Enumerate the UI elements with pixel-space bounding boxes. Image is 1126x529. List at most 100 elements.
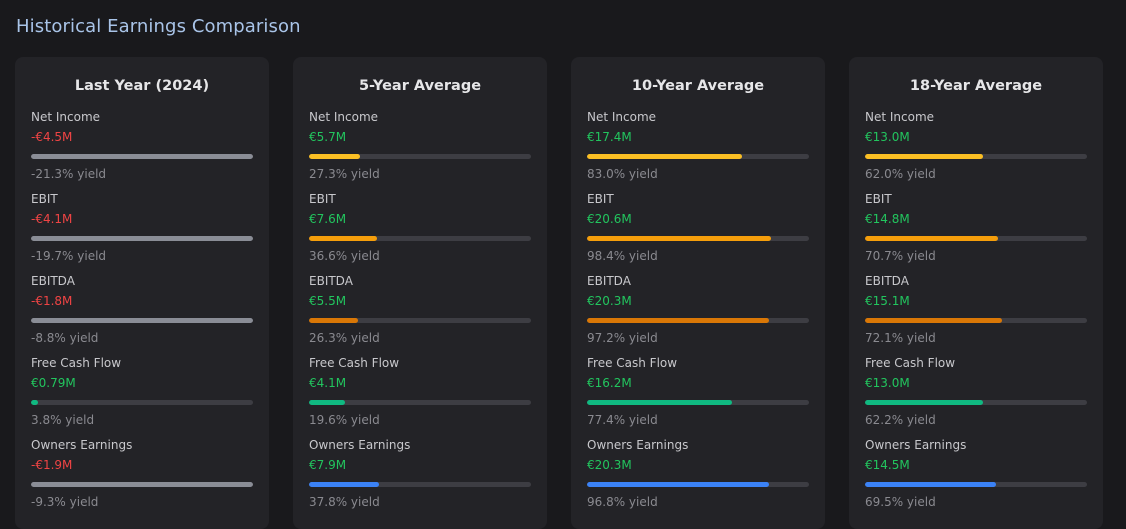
metric-free-cash-flow: Free Cash Flow €4.1M 19.6% yield: [309, 355, 531, 437]
metric-label: Owners Earnings: [865, 438, 967, 452]
metric-value: €5.5M: [309, 294, 347, 308]
metric-net-income: Net Income €17.4M 83.0% yield: [587, 109, 809, 191]
metric-label: Free Cash Flow: [31, 356, 122, 370]
progress-bar: [587, 236, 809, 241]
metric-label: Free Cash Flow: [865, 356, 956, 370]
progress-bar: [865, 318, 1087, 323]
progress-bar: [31, 236, 253, 241]
metric-label: Net Income: [865, 110, 935, 124]
progress-bar: [309, 154, 531, 159]
metric-owners-earnings: Owners Earnings -€1.9M -9.3% yield: [31, 437, 253, 519]
metric-label: Owners Earnings: [587, 438, 689, 452]
metric-yield: 62.2% yield: [865, 413, 936, 427]
metric-value: €15.1M: [865, 294, 910, 308]
metric-value: €13.0M: [865, 130, 910, 144]
progress-bar-fill: [587, 318, 770, 323]
metric-value: €20.6M: [587, 212, 632, 226]
progress-bar: [309, 236, 531, 241]
progress-bar: [865, 482, 1087, 487]
metric-label: EBITDA: [31, 274, 75, 288]
metric-yield: 70.7% yield: [865, 249, 936, 263]
metric-value: €5.7M: [309, 130, 347, 144]
progress-bar-fill: [31, 482, 253, 487]
metric-label: Net Income: [587, 110, 657, 124]
progress-bar-fill: [587, 400, 733, 405]
metric-label: EBIT: [865, 192, 892, 206]
metric-free-cash-flow: Free Cash Flow €16.2M 77.4% yield: [587, 355, 809, 437]
metric-yield: 96.8% yield: [587, 495, 658, 509]
metric-yield: 3.8% yield: [31, 413, 95, 427]
progress-bar-fill: [587, 154, 743, 159]
metric-label: Net Income: [31, 110, 101, 124]
metric-yield: 97.2% yield: [587, 331, 658, 345]
page-title: Historical Earnings Comparison: [16, 16, 301, 37]
progress-bar-fill: [31, 318, 253, 323]
metric-value: €7.6M: [309, 212, 347, 226]
metric-yield: -19.7% yield: [31, 249, 107, 263]
card-title: 10-Year Average: [631, 78, 765, 94]
metric-net-income: Net Income -€4.5M -21.3% yield: [31, 109, 253, 191]
metric-yield: 37.8% yield: [309, 495, 380, 509]
metric-label: Free Cash Flow: [587, 356, 678, 370]
metric-value: -€1.9M: [31, 458, 73, 472]
card-5-year-average: 5-Year Average Net Income €5.7M 27.3% yi…: [293, 57, 547, 529]
metric-value: €17.4M: [587, 130, 632, 144]
metric-value: €20.3M: [587, 294, 632, 308]
progress-bar-fill: [865, 400, 983, 405]
metric-label: Owners Earnings: [31, 438, 133, 452]
metric-value: €0.79M: [31, 376, 76, 390]
metric-ebitda: EBITDA -€1.8M -8.8% yield: [31, 273, 253, 355]
progress-bar-fill: [309, 154, 361, 159]
metric-ebitda: EBITDA €15.1M 72.1% yield: [865, 273, 1087, 355]
metric-ebitda: EBITDA €5.5M 26.3% yield: [309, 273, 531, 355]
metric-yield: -21.3% yield: [31, 167, 107, 181]
metric-yield: 36.6% yield: [309, 249, 380, 263]
metric-value: €16.2M: [587, 376, 632, 390]
progress-bar-fill: [865, 236, 999, 241]
metric-ebit: EBIT €7.6M 36.6% yield: [309, 191, 531, 273]
metric-value: €14.5M: [865, 458, 910, 472]
metric-value: -€4.5M: [31, 130, 73, 144]
progress-bar: [31, 482, 253, 487]
metric-owners-earnings: Owners Earnings €20.3M 96.8% yield: [587, 437, 809, 519]
progress-bar: [587, 482, 809, 487]
metric-value: €7.9M: [309, 458, 347, 472]
metric-owners-earnings: Owners Earnings €7.9M 37.8% yield: [309, 437, 531, 519]
progress-bar-fill: [309, 482, 379, 487]
metric-label: Owners Earnings: [309, 438, 411, 452]
metric-label: EBITDA: [309, 274, 353, 288]
progress-bar: [31, 400, 253, 405]
metric-yield: 98.4% yield: [587, 249, 658, 263]
metric-yield: 77.4% yield: [587, 413, 658, 427]
metric-free-cash-flow: Free Cash Flow €13.0M 62.2% yield: [865, 355, 1087, 437]
progress-bar-fill: [31, 154, 253, 159]
progress-bar: [865, 400, 1087, 405]
comparison-cards: Last Year (2024) Net Income -€4.5M -21.3…: [15, 57, 1103, 529]
progress-bar-fill: [31, 400, 38, 405]
metric-yield: 26.3% yield: [309, 331, 380, 345]
metric-value: €14.8M: [865, 212, 910, 226]
metric-yield: 19.6% yield: [309, 413, 380, 427]
metric-label: EBIT: [587, 192, 614, 206]
card-last-year: Last Year (2024) Net Income -€4.5M -21.3…: [15, 57, 269, 529]
metric-yield: -8.8% yield: [31, 331, 99, 345]
card-10-year-average: 10-Year Average Net Income €17.4M 83.0% …: [571, 57, 825, 529]
metric-ebit: EBIT -€4.1M -19.7% yield: [31, 191, 253, 273]
progress-bar-fill: [309, 400, 346, 405]
metric-label: Free Cash Flow: [309, 356, 400, 370]
progress-bar: [587, 400, 809, 405]
card-18-year-average: 18-Year Average Net Income €13.0M 62.0% …: [849, 57, 1103, 529]
metric-value: €4.1M: [309, 376, 347, 390]
card-title: Last Year (2024): [74, 78, 210, 94]
metric-value: €20.3M: [587, 458, 632, 472]
card-title: 18-Year Average: [909, 78, 1043, 94]
progress-bar-fill: [865, 318, 1002, 323]
metric-label: Net Income: [309, 110, 379, 124]
metric-yield: -9.3% yield: [31, 495, 99, 509]
metric-owners-earnings: Owners Earnings €14.5M 69.5% yield: [865, 437, 1087, 519]
progress-bar-fill: [865, 482, 996, 487]
metric-net-income: Net Income €5.7M 27.3% yield: [309, 109, 531, 191]
progress-bar-fill: [309, 318, 358, 323]
progress-bar-fill: [31, 236, 253, 241]
metric-label: EBITDA: [587, 274, 631, 288]
